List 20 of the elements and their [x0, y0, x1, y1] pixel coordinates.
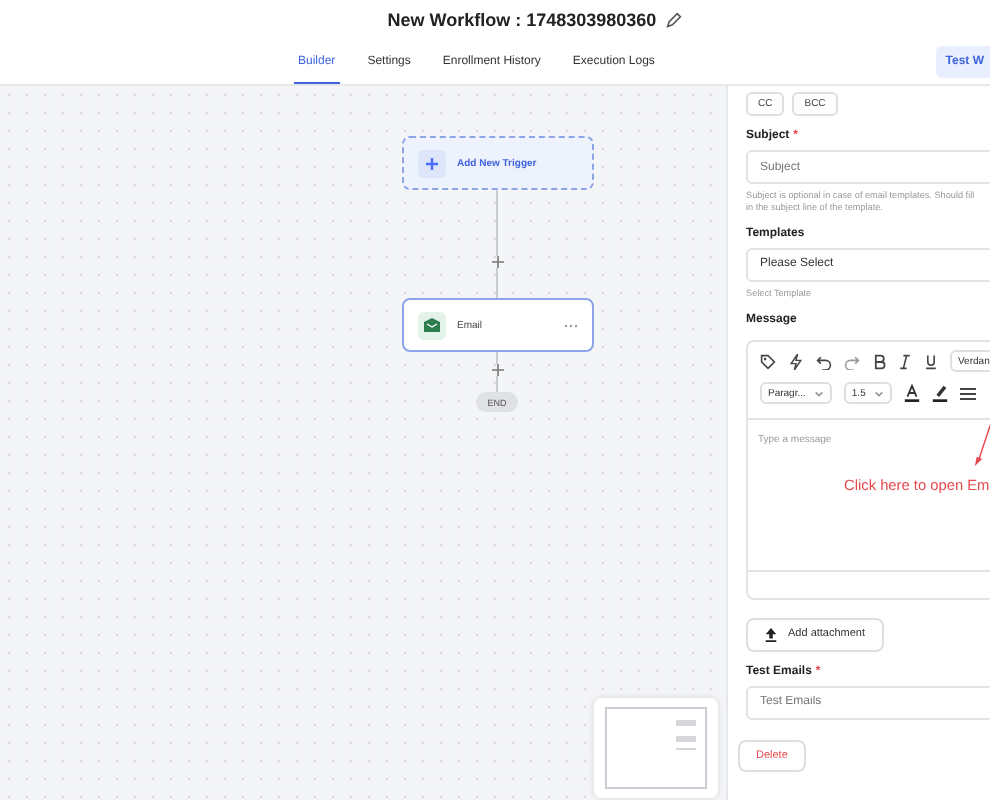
list-icon[interactable]: [959, 385, 976, 402]
add-step-icon[interactable]: [491, 364, 503, 376]
text-color-icon[interactable]: [903, 384, 920, 403]
italic-icon[interactable]: [898, 353, 912, 370]
add-step-icon[interactable]: [491, 256, 503, 268]
caret-icon: [873, 389, 884, 398]
underline-icon[interactable]: [924, 353, 938, 370]
annotation-arrow: [974, 421, 990, 466]
mail-icon: [423, 318, 439, 332]
plus-icon: [423, 155, 439, 171]
upload-icon: [764, 627, 778, 642]
pencil-icon[interactable]: [666, 12, 683, 28]
lightning-icon[interactable]: [788, 353, 804, 370]
undo-icon[interactable]: [816, 353, 832, 370]
highlighter-icon[interactable]: [931, 384, 948, 403]
tag-icon[interactable]: [760, 353, 776, 370]
window-title: New Workflow : 1748303980360: [387, 10, 657, 30]
redo-icon[interactable]: [844, 353, 860, 370]
bold-icon[interactable]: [872, 353, 886, 370]
caret-icon: [813, 389, 824, 398]
